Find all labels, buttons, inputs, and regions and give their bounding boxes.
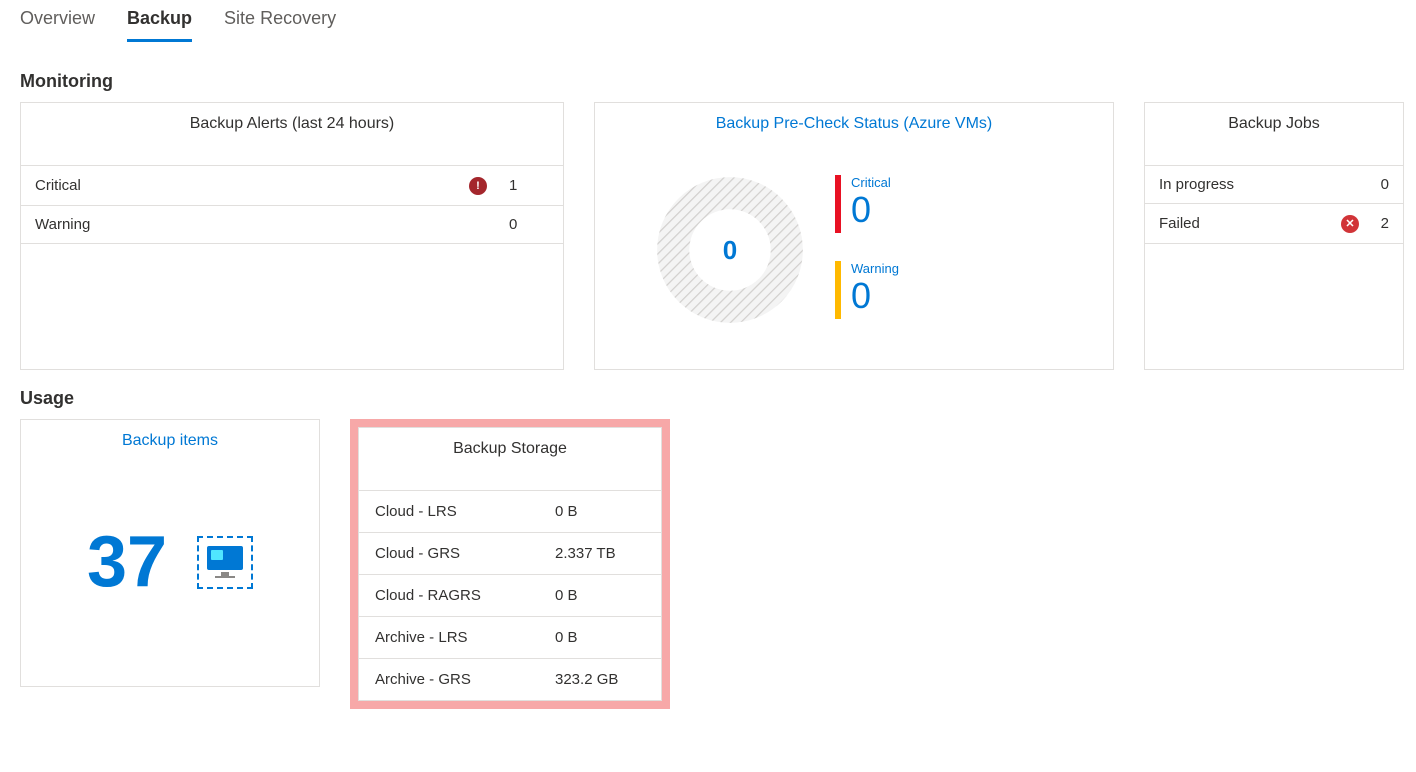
storage-row-value: 2.337 TB xyxy=(555,545,645,562)
backup-storage-card[interactable]: Backup Storage Cloud - LRS 0 B Cloud - G… xyxy=(358,427,662,701)
backup-jobs-title: Backup Jobs xyxy=(1145,103,1403,145)
jobs-inprogress-label: In progress xyxy=(1159,176,1341,193)
critical-icon: ! xyxy=(469,176,509,195)
storage-row[interactable]: Archive - LRS 0 B xyxy=(359,616,661,658)
precheck-donut: 0 xyxy=(655,175,805,325)
vm-icon xyxy=(197,536,253,589)
alerts-row-critical[interactable]: Critical ! 1 xyxy=(21,165,563,206)
tab-backup[interactable]: Backup xyxy=(127,0,192,42)
jobs-inprogress-value: 0 xyxy=(1367,176,1389,193)
failed-icon: ✕ xyxy=(1341,214,1367,233)
precheck-critical[interactable]: Critical 0 xyxy=(835,175,899,233)
warning-bar-icon xyxy=(835,261,841,319)
storage-row-label: Cloud - RAGRS xyxy=(375,587,555,604)
backup-jobs-card[interactable]: Backup Jobs In progress 0 Failed ✕ 2 xyxy=(1144,102,1404,370)
backup-items-card[interactable]: Backup items 37 xyxy=(20,419,320,687)
jobs-failed-label: Failed xyxy=(1159,215,1341,232)
tabs: Overview Backup Site Recovery xyxy=(20,0,1396,43)
alerts-row-warning[interactable]: Warning 0 xyxy=(21,206,563,244)
tab-overview[interactable]: Overview xyxy=(20,0,95,42)
backup-items-title[interactable]: Backup items xyxy=(21,420,319,462)
usage-cards: Backup items 37 Backup Storage Cloud - L… xyxy=(20,419,1396,709)
alerts-critical-label: Critical xyxy=(35,177,469,194)
precheck-warning-label: Warning xyxy=(851,261,899,276)
storage-row-label: Archive - LRS xyxy=(375,629,555,646)
critical-bar-icon xyxy=(835,175,841,233)
alerts-warning-value: 0 xyxy=(509,216,549,233)
precheck-warning[interactable]: Warning 0 xyxy=(835,261,899,319)
precheck-critical-label: Critical xyxy=(851,175,891,190)
jobs-failed-value: 2 xyxy=(1367,215,1389,232)
alerts-warning-label: Warning xyxy=(35,216,469,233)
storage-row-label: Cloud - LRS xyxy=(375,503,555,520)
precheck-center-value: 0 xyxy=(655,175,805,325)
backup-storage-highlight: Backup Storage Cloud - LRS 0 B Cloud - G… xyxy=(350,419,670,709)
storage-row[interactable]: Cloud - LRS 0 B xyxy=(359,490,661,532)
precheck-critical-value: 0 xyxy=(851,192,891,228)
monitoring-cards: Backup Alerts (last 24 hours) Critical !… xyxy=(20,102,1396,370)
storage-row-value: 0 B xyxy=(555,503,645,520)
storage-row-value: 323.2 GB xyxy=(555,671,645,688)
precheck-warning-value: 0 xyxy=(851,278,899,314)
alerts-critical-value: 1 xyxy=(509,177,549,194)
precheck-card[interactable]: Backup Pre-Check Status (Azure VMs) 0 xyxy=(594,102,1114,370)
tab-site-recovery[interactable]: Site Recovery xyxy=(224,0,336,42)
usage-heading: Usage xyxy=(20,388,1396,409)
storage-row-label: Archive - GRS xyxy=(375,671,555,688)
storage-row[interactable]: Cloud - RAGRS 0 B xyxy=(359,574,661,616)
precheck-title[interactable]: Backup Pre-Check Status (Azure VMs) xyxy=(595,103,1113,145)
backup-alerts-card[interactable]: Backup Alerts (last 24 hours) Critical !… xyxy=(20,102,564,370)
storage-row[interactable]: Cloud - GRS 2.337 TB xyxy=(359,532,661,574)
storage-row-value: 0 B xyxy=(555,587,645,604)
storage-row-value: 0 B xyxy=(555,629,645,646)
backup-alerts-title: Backup Alerts (last 24 hours) xyxy=(21,103,563,145)
storage-row-label: Cloud - GRS xyxy=(375,545,555,562)
jobs-row-failed[interactable]: Failed ✕ 2 xyxy=(1145,204,1403,244)
backup-items-count: 37 xyxy=(87,521,167,603)
monitoring-heading: Monitoring xyxy=(20,71,1396,92)
storage-row[interactable]: Archive - GRS 323.2 GB xyxy=(359,658,661,700)
jobs-row-inprogress[interactable]: In progress 0 xyxy=(1145,165,1403,204)
backup-storage-title: Backup Storage xyxy=(359,428,661,470)
